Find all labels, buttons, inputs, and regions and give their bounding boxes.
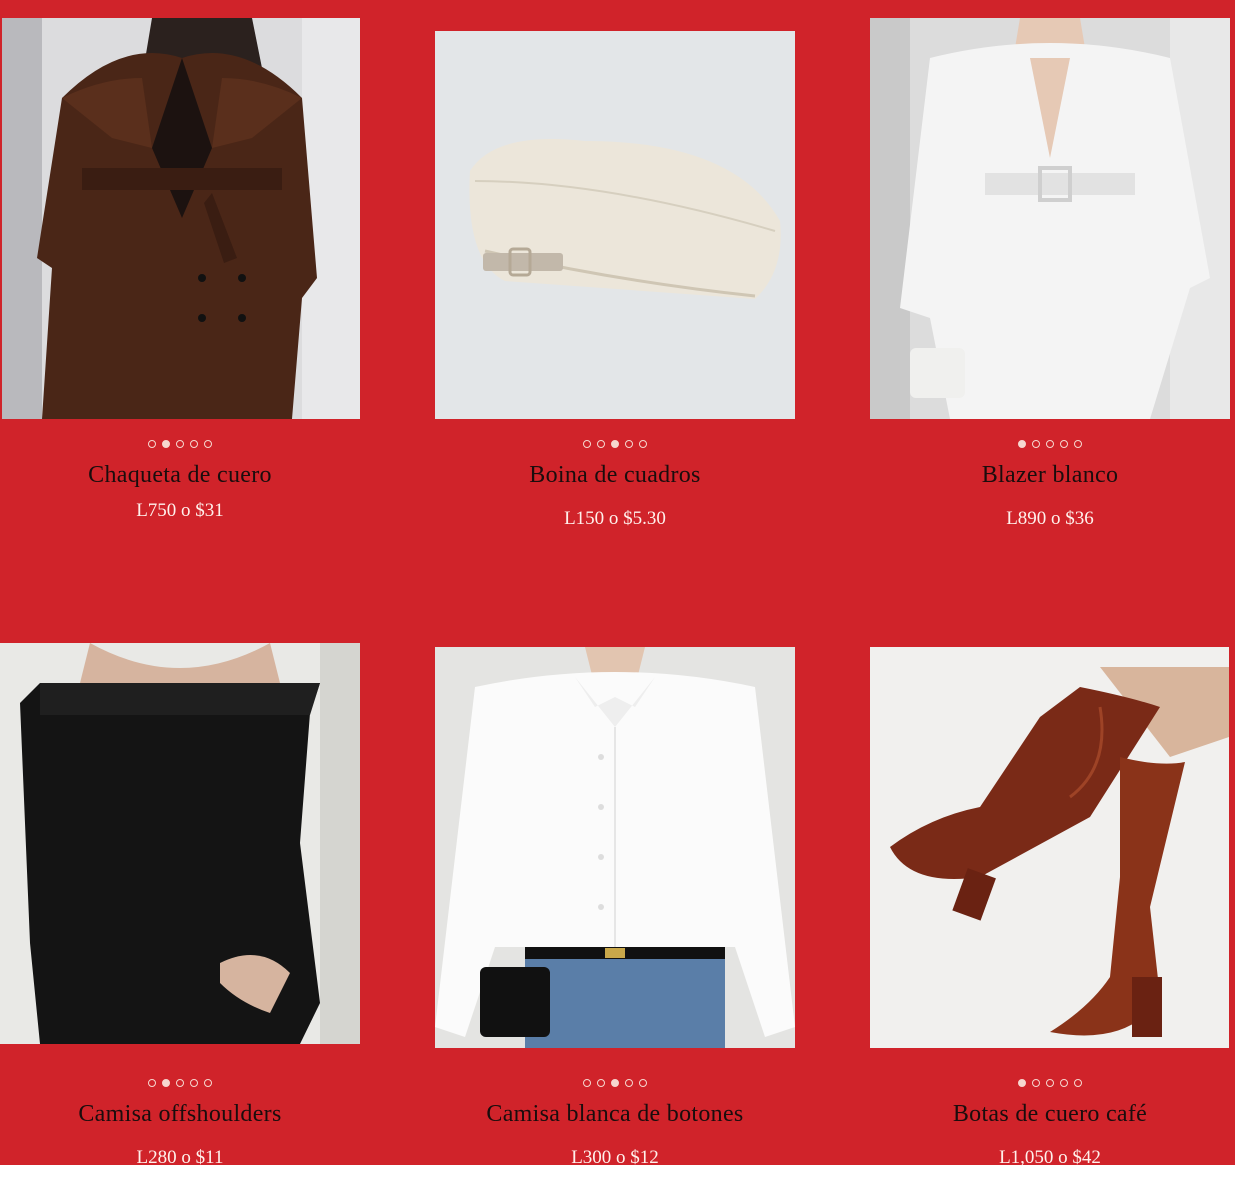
product-card[interactable]: Camisa offshoulders L280 o $11 [0, 620, 360, 1168]
carousel-dot[interactable] [1032, 440, 1040, 448]
carousel-dot[interactable] [625, 1079, 633, 1087]
carousel-dot[interactable] [583, 1079, 591, 1087]
carousel-dots [870, 440, 1230, 448]
carousel-dot[interactable] [148, 1079, 156, 1087]
carousel-dot[interactable] [204, 440, 212, 448]
carousel-dot[interactable] [1018, 1079, 1026, 1087]
product-title[interactable]: Camisa blanca de botones [435, 1101, 795, 1128]
carousel-dots [435, 1079, 795, 1087]
carousel-dot[interactable] [597, 1079, 605, 1087]
product-price: L150 o $5.30 [564, 508, 666, 529]
product-price: L280 o $11 [136, 1147, 224, 1168]
carousel-dot[interactable] [611, 440, 619, 448]
product-card[interactable]: Botas de cuero café L1,050 o $42 [870, 620, 1230, 1168]
product-image-white-shirt[interactable] [435, 647, 795, 1048]
carousel-dot[interactable] [1074, 1079, 1082, 1087]
carousel-dot[interactable] [1060, 440, 1068, 448]
product-price: L1,050 o $42 [999, 1147, 1101, 1168]
product-image-boots[interactable] [870, 647, 1229, 1048]
carousel-dot[interactable] [639, 1079, 647, 1087]
carousel-dot[interactable] [583, 440, 591, 448]
product-title[interactable]: Boina de cuadros [435, 462, 795, 489]
carousel-dot[interactable] [639, 440, 647, 448]
carousel-dot[interactable] [1018, 440, 1026, 448]
carousel-dots [0, 1079, 360, 1087]
product-title[interactable]: Camisa offshoulders [0, 1101, 360, 1128]
carousel-dots [870, 1079, 1230, 1087]
product-price: L300 o $12 [571, 1147, 659, 1168]
product-image-blazer[interactable] [870, 18, 1230, 419]
product-image-off-shoulder[interactable] [0, 643, 360, 1044]
product-price: L750 o $31 [136, 500, 224, 521]
carousel-dot[interactable] [611, 1079, 619, 1087]
carousel-dot[interactable] [204, 1079, 212, 1087]
product-image-trench-coat[interactable] [2, 18, 360, 419]
carousel-dot[interactable] [176, 1079, 184, 1087]
carousel-dots [435, 440, 795, 448]
product-card[interactable]: Chaqueta de cuero L750 o $31 [0, 0, 360, 560]
carousel-dot[interactable] [190, 1079, 198, 1087]
product-title[interactable]: Chaqueta de cuero [0, 462, 360, 489]
product-card[interactable]: Blazer blanco L890 o $36 [870, 0, 1230, 560]
carousel-dot[interactable] [148, 440, 156, 448]
carousel-dot[interactable] [1074, 440, 1082, 448]
carousel-dot[interactable] [162, 440, 170, 448]
carousel-dot[interactable] [625, 440, 633, 448]
product-price: L890 o $36 [1006, 508, 1094, 529]
carousel-dot[interactable] [597, 440, 605, 448]
carousel-dot[interactable] [176, 440, 184, 448]
carousel-dot[interactable] [1060, 1079, 1068, 1087]
carousel-dots [0, 440, 360, 448]
product-title[interactable]: Blazer blanco [870, 462, 1230, 489]
product-card[interactable]: Boina de cuadros L150 o $5.30 [435, 0, 795, 560]
product-card[interactable]: Camisa blanca de botones L300 o $12 [435, 620, 795, 1168]
product-title[interactable]: Botas de cuero café [870, 1101, 1230, 1128]
carousel-dot[interactable] [1032, 1079, 1040, 1087]
product-image-beret[interactable] [435, 31, 795, 419]
carousel-dot[interactable] [1046, 1079, 1054, 1087]
carousel-dot[interactable] [1046, 440, 1054, 448]
carousel-dot[interactable] [162, 1079, 170, 1087]
carousel-dot[interactable] [190, 440, 198, 448]
